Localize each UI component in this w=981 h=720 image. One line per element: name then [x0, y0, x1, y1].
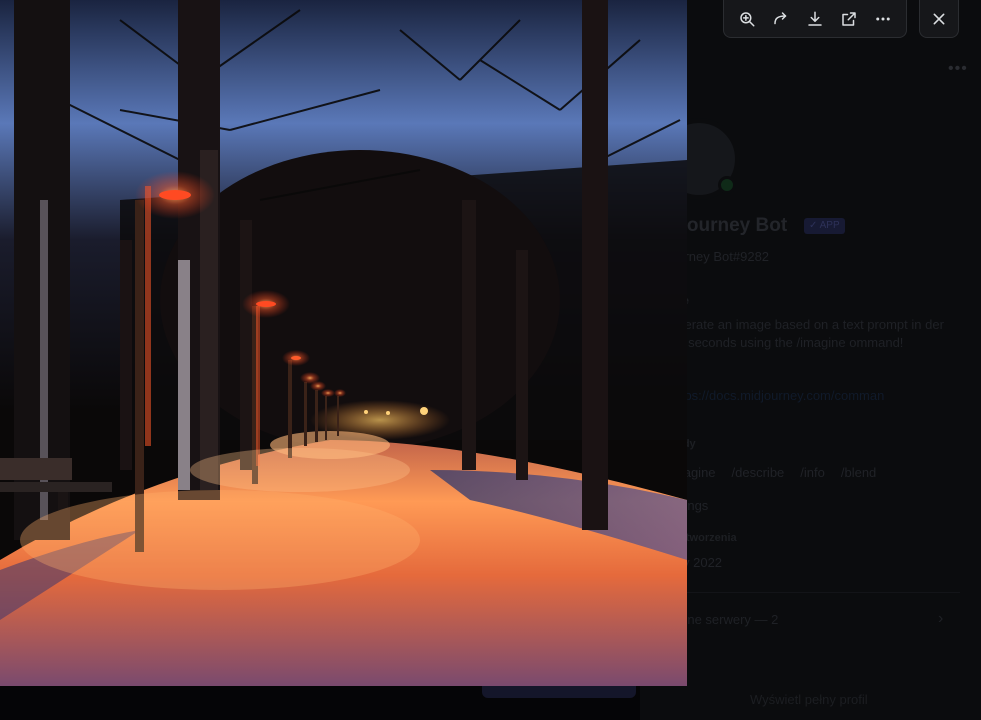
input-bar-edge [482, 686, 636, 698]
download-button[interactable] [801, 5, 829, 33]
forward-button[interactable] [767, 5, 795, 33]
command-item[interactable]: /describe [732, 465, 785, 480]
open-in-browser-button[interactable] [835, 5, 863, 33]
divider [670, 592, 960, 593]
profile-name: djourney Bot [670, 215, 788, 236]
view-full-profile-link[interactable]: Wyświetl pełny profil [750, 692, 868, 707]
app-badge: ✓ APP [804, 218, 845, 234]
profile-bio: enerate an image based on a text prompt … [670, 317, 944, 350]
more-options-button[interactable] [869, 5, 897, 33]
online-status-icon [718, 176, 736, 194]
close-icon [933, 13, 945, 24]
image-viewer-toolbar [723, 0, 907, 38]
bio-link[interactable]: https://docs.midjourney.com/comman [670, 388, 884, 403]
close-viewer-button[interactable] [919, 0, 959, 38]
chevron-right-icon: › [938, 610, 944, 627]
zoom-in-icon [740, 11, 755, 26]
commands-list: imagine /describe /info /blend [670, 465, 876, 480]
open-external-icon [842, 11, 856, 26]
share-forward-icon [774, 11, 787, 24]
zoom-in-button[interactable] [733, 5, 761, 33]
command-item[interactable]: /info [800, 465, 825, 480]
download-icon [808, 11, 822, 26]
command-item[interactable]: /blend [841, 465, 876, 480]
more-horizontal-icon [876, 17, 890, 20]
profile-more-icon[interactable]: ••• [948, 60, 968, 78]
viewer-image[interactable] [0, 0, 687, 686]
